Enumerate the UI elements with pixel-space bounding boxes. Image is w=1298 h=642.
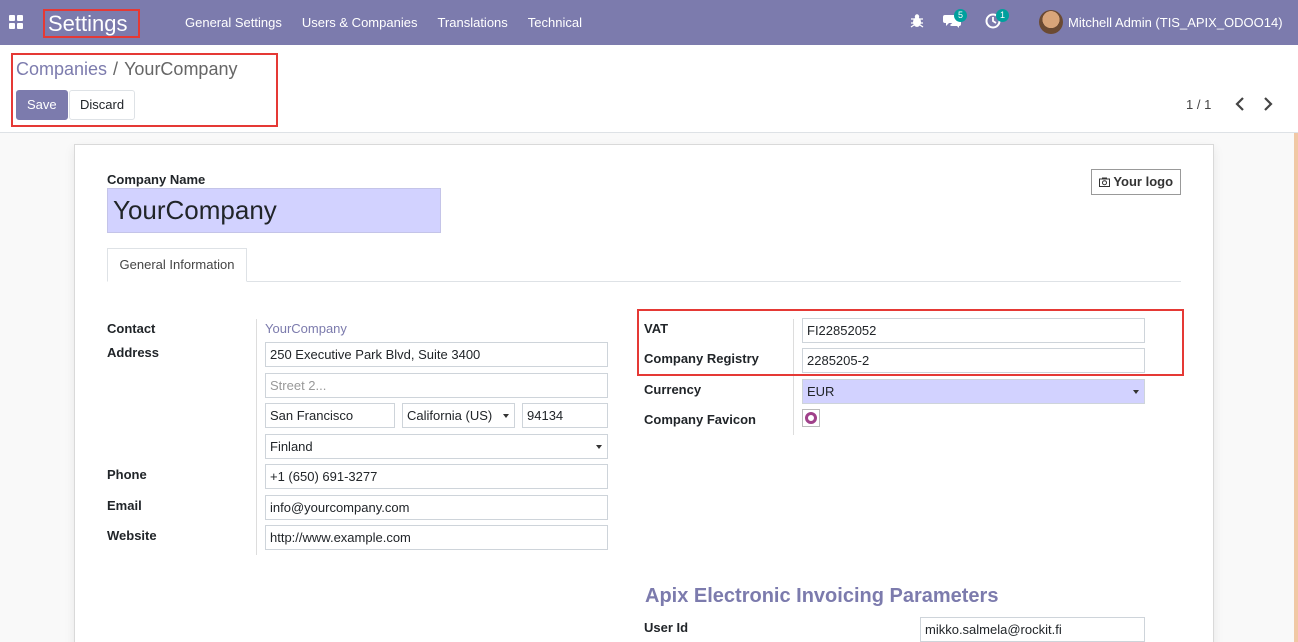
highlight-box [637, 309, 1184, 376]
user-avatar[interactable] [1039, 10, 1063, 34]
state-caret-icon [503, 414, 509, 418]
camera-icon [1098, 174, 1113, 189]
pager-previous-icon[interactable] [1235, 97, 1247, 111]
menu-translations[interactable]: Translations [427, 0, 517, 45]
phone-label: Phone [107, 467, 147, 482]
company-favicon-label: Company Favicon [644, 412, 756, 427]
tab-general-information[interactable]: General Information [107, 248, 247, 282]
messages-icon[interactable]: 5 [943, 9, 968, 31]
currency-select[interactable]: EUR [802, 379, 1145, 404]
currency-label: Currency [644, 382, 702, 397]
address-label: Address [107, 345, 160, 360]
user-menu[interactable]: Mitchell Admin (TIS_APIX_ODOO14) [1068, 0, 1283, 45]
pager-value[interactable]: 1 / 1 [1186, 97, 1211, 112]
main-menu: General Settings Users & Companies Trans… [175, 0, 592, 45]
phone-field[interactable]: +1 (650) 691-3277 [265, 464, 608, 489]
messages-badge: 5 [954, 9, 968, 22]
highlight-box [11, 53, 278, 127]
menu-users-companies[interactable]: Users & Companies [292, 0, 428, 45]
scrollbar[interactable] [1294, 133, 1298, 642]
street-field[interactable]: 250 Executive Park Blvd, Suite 3400 [265, 342, 608, 367]
state-select[interactable]: California (US) [402, 403, 515, 428]
company-favicon-image[interactable] [802, 409, 820, 427]
street2-field[interactable]: Street 2... [265, 373, 608, 398]
user-id-label: User Id [644, 620, 689, 635]
pager-next-icon[interactable] [1263, 97, 1275, 111]
favicon-icon [805, 412, 817, 424]
country-value: Finland [270, 439, 313, 454]
state-value: California (US) [407, 408, 493, 423]
website-label: Website [107, 528, 157, 543]
zip-field[interactable]: 94134 [522, 403, 608, 428]
apix-section-title: Apix Electronic Invoicing Parameters [645, 585, 999, 607]
contact-link[interactable]: YourCompany [265, 321, 347, 336]
apps-menu-icon[interactable] [9, 15, 23, 29]
logo-upload-label: Your logo [1113, 174, 1174, 189]
logo-upload-button[interactable]: Your logo [1091, 169, 1181, 195]
currency-value: EUR [807, 384, 835, 399]
form-sheet: Company Name YourCompany Your logo Gener… [74, 144, 1214, 642]
email-label: Email [107, 498, 142, 513]
top-navbar: Settings General Settings Users & Compan… [0, 0, 1298, 45]
app-title: Settings [43, 9, 140, 38]
contact-label: Contact [107, 321, 156, 336]
menu-general-settings[interactable]: General Settings [175, 0, 292, 45]
menu-technical[interactable]: Technical [518, 0, 592, 45]
control-panel: Companies / YourCompany Save Discard 1 / 1 [0, 45, 1298, 133]
column-divider-left [256, 319, 257, 555]
country-select[interactable]: Finland [265, 434, 608, 459]
website-field[interactable]: http://www.example.com [265, 525, 608, 550]
company-name-input[interactable]: YourCompany [107, 188, 441, 233]
company-name-label: Company Name [107, 172, 206, 187]
currency-caret-icon [1133, 390, 1139, 394]
country-caret-icon [596, 445, 602, 449]
bug-icon[interactable] [910, 13, 928, 31]
activity-clock-icon[interactable]: 1 [985, 9, 1010, 31]
tab-divider [107, 281, 1181, 282]
email-field[interactable]: info@yourcompany.com [265, 495, 608, 520]
city-field[interactable]: San Francisco [265, 403, 395, 428]
activities-badge: 1 [996, 9, 1010, 22]
user-id-field[interactable]: mikko.salmela@rockit.fi [920, 617, 1145, 642]
